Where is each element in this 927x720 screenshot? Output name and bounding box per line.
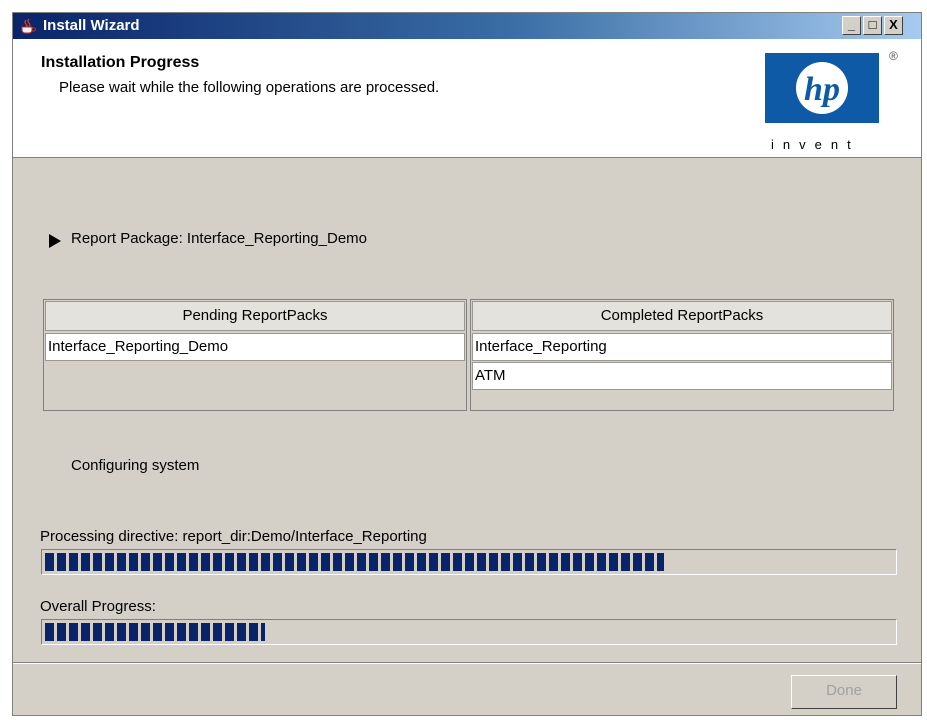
install-wizard-window: Install Wizard _ □ X Installation Progre… [12, 12, 922, 716]
directive-progress-fill [45, 553, 665, 571]
overall-progress-fill [45, 623, 266, 641]
completed-header[interactable]: Completed ReportPacks [472, 301, 892, 331]
completed-row[interactable]: Interface_Reporting [472, 333, 892, 361]
completed-row[interactable]: ATM [472, 362, 892, 390]
done-button[interactable]: Done [791, 675, 897, 709]
maximize-button[interactable]: □ [863, 16, 882, 35]
pending-row[interactable]: Interface_Reporting_Demo [45, 333, 465, 361]
close-button[interactable]: X [884, 16, 903, 35]
registered-mark: ® [889, 49, 898, 63]
directive-progress-bar [41, 549, 897, 575]
directive-label: Processing directive: report_dir:Demo/In… [40, 528, 427, 545]
footer-divider [13, 662, 921, 664]
hp-logo: hp [765, 53, 879, 123]
status-text: Configuring system [71, 457, 200, 474]
overall-progress-label: Overall Progress: [40, 598, 156, 615]
overall-progress-bar [41, 619, 897, 645]
hp-logo-icon: hp [796, 62, 848, 114]
pending-header[interactable]: Pending ReportPacks [45, 301, 465, 331]
hp-tagline: invent [771, 137, 860, 152]
title-bar[interactable]: Install Wizard _ □ X [13, 13, 921, 39]
page-subtitle: Please wait while the following operatio… [59, 79, 440, 96]
pending-reportpacks-table: Pending ReportPacks Interface_Reporting_… [43, 299, 467, 411]
play-arrow-icon [49, 234, 61, 248]
wizard-header: Installation Progress Please wait while … [13, 39, 921, 158]
report-package-label: Report Package: Interface_Reporting_Demo [71, 230, 368, 247]
page-title: Installation Progress [41, 54, 200, 71]
minimize-button[interactable]: _ [842, 16, 861, 35]
completed-reportpacks-table: Completed ReportPacks Interface_Reportin… [470, 299, 894, 411]
hp-logo-mark: hp [804, 71, 840, 108]
java-cup-icon [21, 18, 36, 34]
window-title: Install Wizard [43, 17, 140, 34]
